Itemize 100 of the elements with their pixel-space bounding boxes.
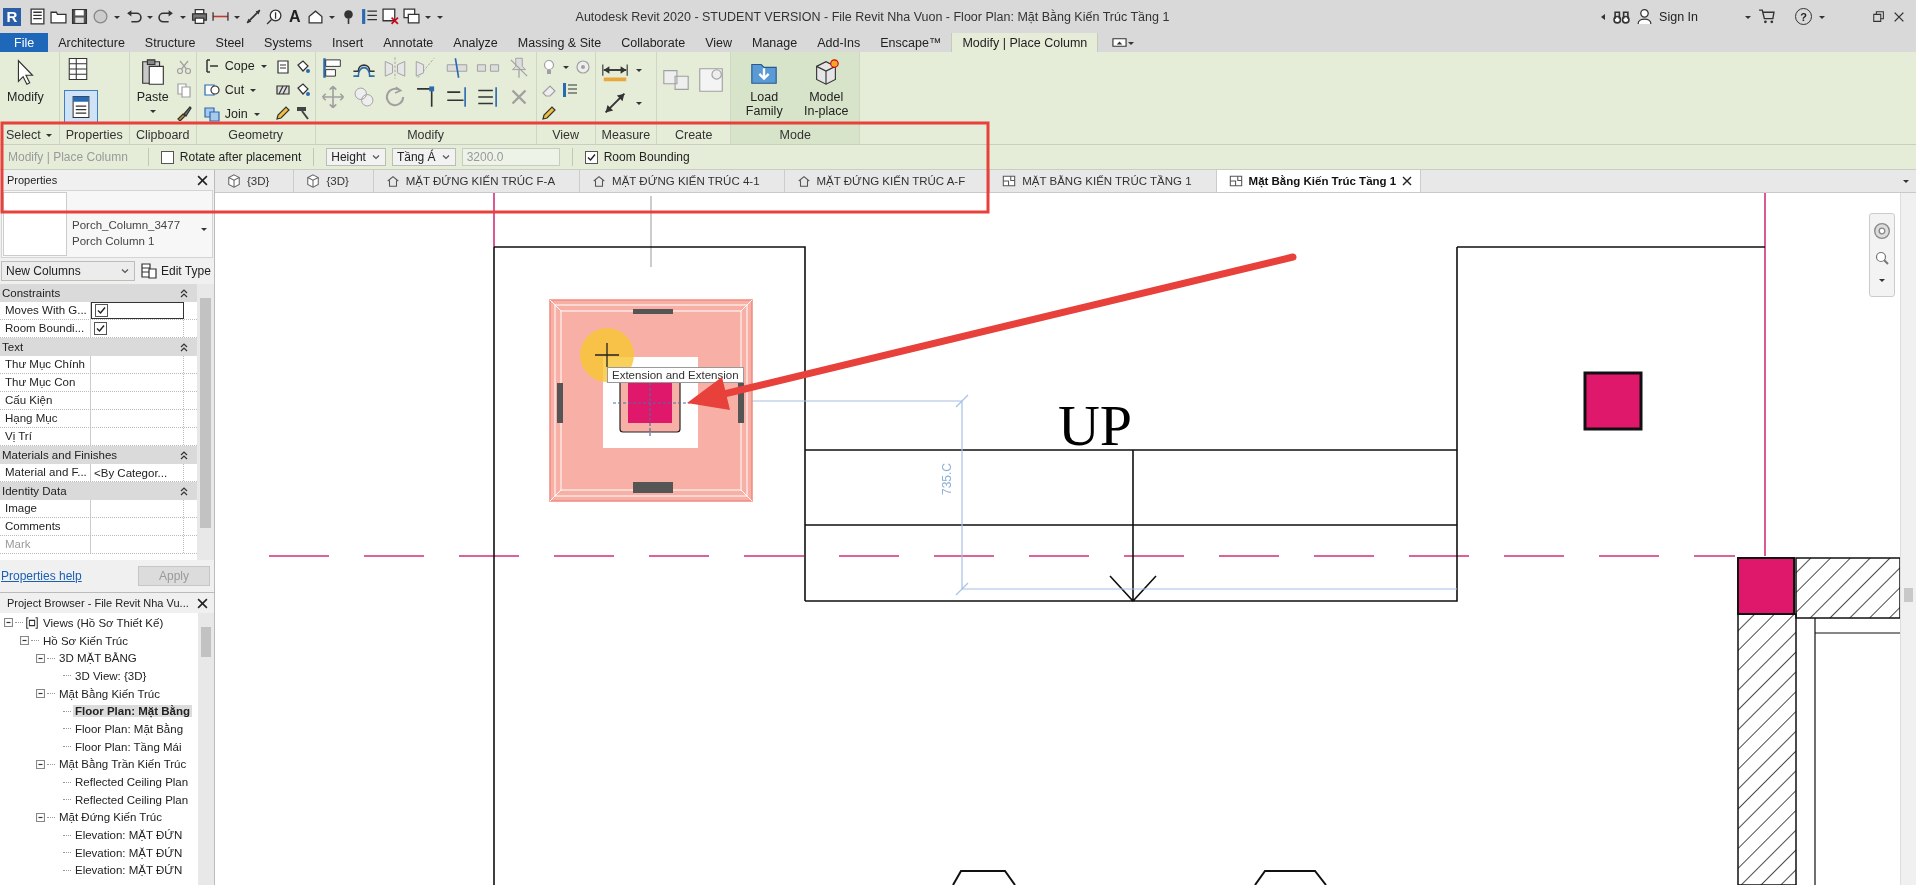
collapse-icon[interactable]: [36, 653, 45, 663]
tree-item[interactable]: Hồ Sơ Kiến Trúc: [41, 634, 130, 647]
caret-icon[interactable]: [1878, 276, 1886, 284]
edit-type-icon[interactable]: [141, 263, 157, 279]
tree-item[interactable]: Mặt Bằng Kiến Trúc: [57, 687, 162, 700]
elevation-icon[interactable]: [796, 174, 811, 188]
chevron-down-icon[interactable]: [370, 152, 381, 162]
tree-item[interactable]: Floor Plan: Tầng Mái: [73, 740, 184, 753]
document-tab[interactable]: {3D}: [215, 170, 295, 192]
tree-item[interactable]: Reflected Ceiling Plan: [73, 776, 191, 789]
document-tab[interactable]: MẶT ĐỨNG KIẾN TRÚC F-A: [373, 170, 581, 192]
thin-lines-icon[interactable]: [561, 82, 578, 98]
panel-toggle-icon[interactable]: [1112, 35, 1128, 50]
close-windows-icon[interactable]: [381, 8, 399, 25]
caret-icon[interactable]: [561, 63, 570, 71]
tree-item[interactable]: Floor Plan: Mặt Bằng: [73, 705, 192, 718]
ribbon-tab[interactable]: Collaborate: [611, 33, 696, 52]
document-tab[interactable]: MẶT ĐỨNG KIẾN TRÚC 4-1: [580, 170, 785, 192]
collapse-icon[interactable]: [4, 618, 13, 628]
caret-icon[interactable]: [148, 107, 157, 115]
collapse-icon[interactable]: [36, 759, 45, 769]
checkbox[interactable]: [95, 304, 108, 317]
document-tab[interactable]: MẶT ĐỨNG KIẾN TRÚC A-F: [784, 170, 991, 192]
views-icon[interactable]: [25, 615, 39, 630]
undo-icon[interactable]: [125, 8, 142, 25]
close-icon[interactable]: [1402, 176, 1413, 186]
collapse-icon[interactable]: [179, 486, 189, 496]
ribbon-tab[interactable]: Architecture: [48, 33, 135, 52]
tag-icon[interactable]: [266, 8, 283, 25]
tree-item[interactable]: Elevation: MẶT ĐỨN: [73, 829, 185, 842]
dropdown[interactable]: Tầng Á: [391, 148, 456, 166]
property-group-row[interactable]: Text: [0, 338, 197, 356]
house-icon[interactable]: [306, 8, 324, 25]
document-tab[interactable]: MẶT BẰNG KIẾN TRÚC TẦNG 1: [990, 170, 1217, 192]
ribbon-tab[interactable]: Insert: [322, 33, 374, 52]
ribbon-tab[interactable]: Steel: [205, 33, 255, 52]
sign-in-link[interactable]: Sign In: [1659, 9, 1698, 24]
checkbox[interactable]: [584, 150, 598, 164]
vertical-scrollbar[interactable]: [197, 284, 214, 560]
caret-icon[interactable]: [1127, 39, 1136, 47]
zoom-icon[interactable]: [1874, 250, 1890, 266]
ribbon-tab[interactable]: Enscape™: [870, 33, 952, 52]
ribbon-tab[interactable]: Structure: [134, 33, 206, 52]
document-list-icon[interactable]: [29, 8, 46, 25]
property-group-row[interactable]: Materials and Finishes: [0, 446, 197, 464]
checkbox[interactable]: [160, 150, 174, 164]
user-icon[interactable]: [1636, 8, 1654, 25]
text-tool-button[interactable]: A: [287, 7, 303, 26]
geometry-tool-button[interactable]: Join: [200, 103, 264, 124]
geometry-tool-button[interactable]: Cut: [200, 79, 261, 100]
tree-item[interactable]: Reflected Ceiling Plan: [73, 793, 191, 806]
ribbon-tab[interactable]: Add-Ins: [807, 33, 871, 52]
type-selector[interactable]: Porch_Column_3477 Porch Column 1: [1, 190, 213, 258]
elevation-icon[interactable]: [592, 174, 607, 188]
ribbon-tab[interactable]: View: [695, 33, 742, 52]
cart-icon[interactable]: [1758, 8, 1775, 25]
document-tab[interactable]: Mặt Bằng Kiến Trúc Tầng 1: [1216, 170, 1422, 192]
paste-button[interactable]: Paste: [133, 55, 172, 117]
vertical-scrollbar[interactable]: [198, 613, 214, 885]
ribbon-tab[interactable]: Massing & Site: [507, 33, 612, 52]
caret-icon[interactable]: [634, 99, 643, 107]
chevron-down-icon[interactable]: [440, 152, 451, 162]
checkbox[interactable]: [94, 322, 107, 335]
switch-windows-icon[interactable]: [402, 8, 420, 25]
printer-icon[interactable]: [191, 8, 208, 25]
tree-item[interactable]: Mặt Bằng Trần Kiến Trúc: [57, 758, 189, 771]
bracket-icon[interactable]: [203, 57, 220, 74]
elevation-icon[interactable]: [385, 174, 400, 188]
scroll-left-icon[interactable]: [1599, 12, 1608, 21]
properties-help-link[interactable]: Properties help: [1, 569, 82, 583]
property-group-row[interactable]: Identity Data: [0, 482, 197, 500]
tree-item[interactable]: Elevation: MẶT ĐỨN: [73, 864, 185, 877]
wall-icon[interactable]: [274, 82, 291, 98]
tree-item[interactable]: 3D MẶT BẰNG: [57, 652, 139, 665]
pencil-icon[interactable]: [540, 105, 557, 121]
vertical-scrollbar[interactable]: [1900, 193, 1916, 885]
tree-item[interactable]: Views (Hồ Sơ Thiết Kế): [41, 616, 166, 629]
mode-button[interactable]: Model In-place: [797, 55, 856, 120]
collapse-icon[interactable]: [179, 288, 189, 298]
collapse-icon[interactable]: [179, 342, 189, 352]
close-icon[interactable]: [197, 174, 208, 186]
app-logo[interactable]: R: [3, 7, 21, 26]
overlapping-squares-icon[interactable]: [203, 105, 220, 122]
ribbon-tab[interactable]: Manage: [742, 33, 808, 52]
tree-item[interactable]: Mặt Đứng Kiến Trúc: [57, 811, 164, 824]
hammer-icon[interactable]: [294, 105, 311, 121]
collapse-icon[interactable]: [20, 636, 29, 646]
chevron-down-icon[interactable]: [120, 266, 130, 276]
ribbon-tab[interactable]: File: [0, 33, 49, 52]
floor-plan-icon[interactable]: [1002, 174, 1017, 188]
binoculars-icon[interactable]: [1613, 8, 1631, 25]
floor-plan-icon[interactable]: [1228, 174, 1243, 188]
collapse-icon[interactable]: [179, 450, 189, 460]
tree-item[interactable]: Elevation: MẶT ĐỨN: [73, 846, 185, 859]
pencil-icon[interactable]: [274, 105, 291, 121]
collapse-icon[interactable]: [36, 812, 45, 822]
category-filter-dropdown[interactable]: New Columns: [1, 261, 135, 281]
cube-icon[interactable]: [227, 174, 241, 188]
caret-icon[interactable]: [1902, 177, 1910, 185]
cube-icon[interactable]: [306, 174, 321, 188]
